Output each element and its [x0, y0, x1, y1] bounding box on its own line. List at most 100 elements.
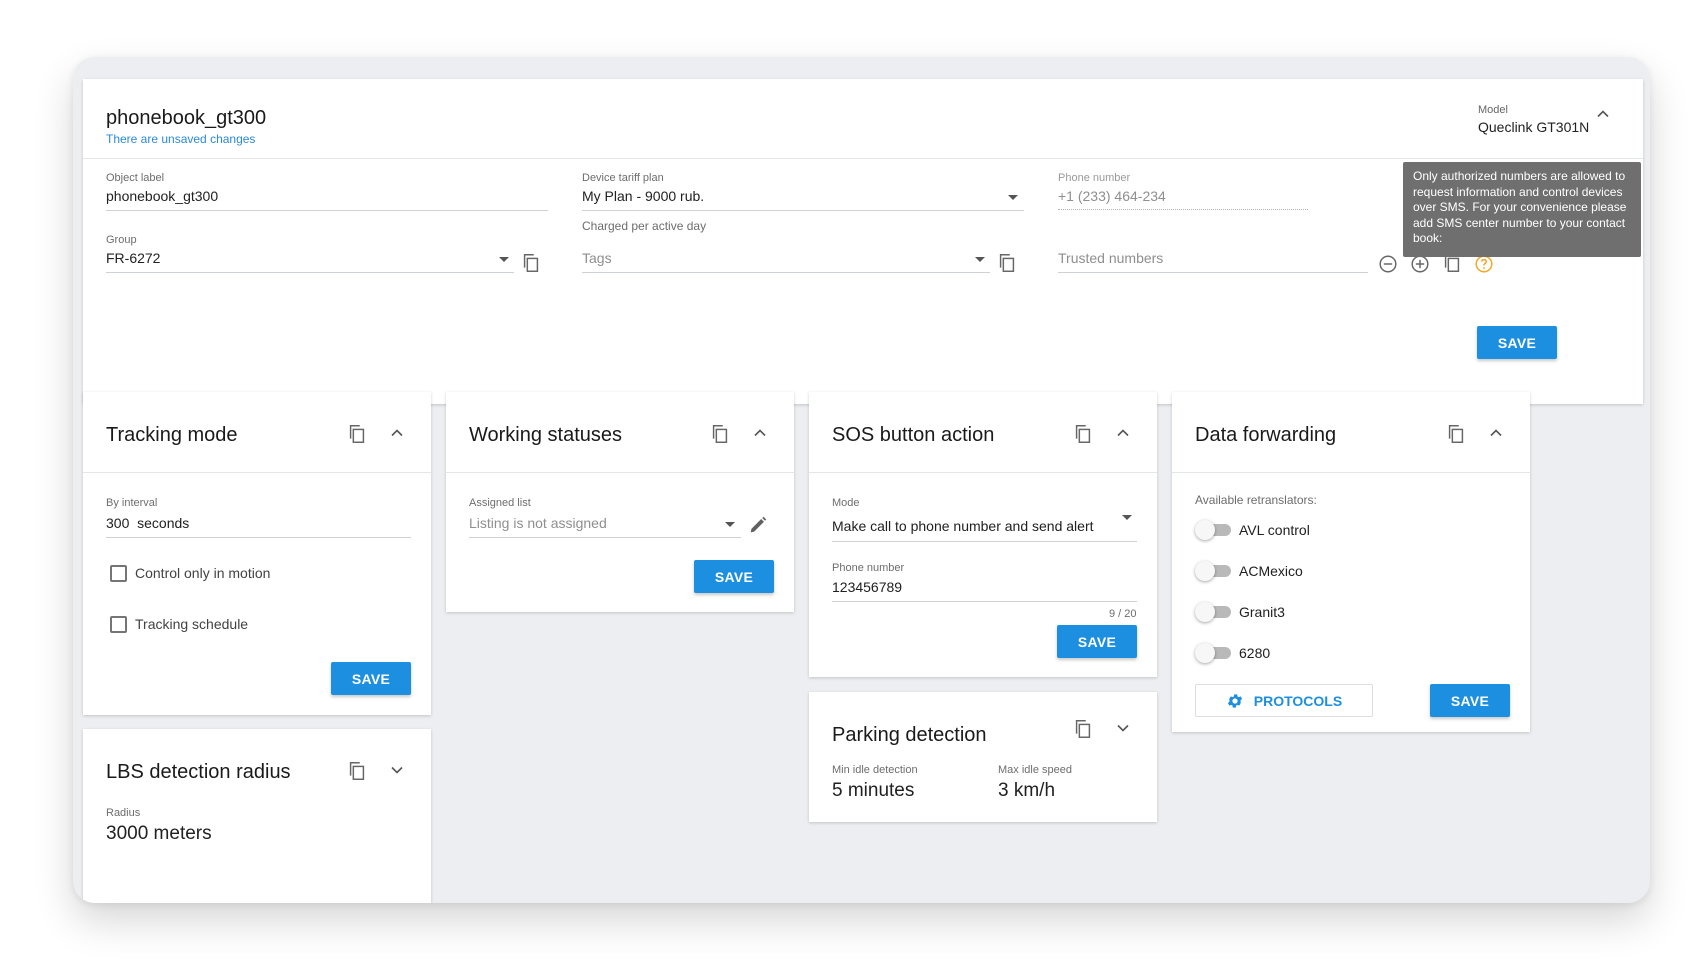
model-label: Model	[1478, 104, 1508, 116]
card-title: Parking detection	[832, 724, 987, 746]
model-value: Queclink GT301N	[1478, 119, 1590, 135]
save-button[interactable]: SAVE	[1430, 684, 1510, 717]
object-label-input[interactable]: phonebook_gt300	[106, 188, 218, 204]
interval-input[interactable]: 300 seconds	[106, 515, 189, 531]
copy-icon[interactable]	[345, 759, 369, 783]
protocols-button[interactable]: PROTOCOLS	[1195, 684, 1373, 717]
tariff-plan-price: 9000 rub.	[645, 188, 705, 204]
save-button[interactable]: SAVE	[1057, 625, 1137, 658]
divider	[1172, 472, 1530, 473]
interval-label: By interval	[106, 497, 158, 509]
toggle-acmexico[interactable]	[1195, 561, 1233, 581]
copy-icon[interactable]	[519, 251, 543, 275]
card-title: LBS detection radius	[106, 761, 291, 783]
parking-detection-card: Parking detection Min idle detection 5 m…	[809, 692, 1157, 822]
caret-down-icon[interactable]	[1122, 515, 1132, 520]
card-title: Tracking mode	[106, 424, 238, 446]
card-title: SOS button action	[832, 424, 995, 446]
divider	[446, 472, 794, 473]
unsaved-changes-notice: There are unsaved changes	[106, 132, 256, 146]
tags-input[interactable]: Tags	[582, 250, 612, 266]
tracking-mode-card: Tracking mode By interval 300 seconds Co…	[83, 392, 431, 715]
assigned-list-underline	[469, 537, 741, 538]
card-title: Data forwarding	[1195, 424, 1337, 446]
copy-icon[interactable]	[345, 422, 369, 446]
group-label: Group	[106, 234, 137, 246]
group-select[interactable]: FR-6272	[106, 250, 160, 266]
tariff-select[interactable]: My Plan - 9000 rub.	[582, 188, 704, 204]
divider	[83, 472, 431, 473]
object-header: phonebook_gt300 There are unsaved change…	[83, 79, 1643, 159]
toggle-6280[interactable]	[1195, 643, 1233, 663]
copy-icon[interactable]	[995, 251, 1019, 275]
object-label-label: Object label	[106, 172, 165, 184]
phone-underline	[1058, 209, 1308, 210]
caret-down-icon[interactable]	[1008, 195, 1018, 200]
assigned-list-label: Assigned list	[469, 497, 531, 509]
radius-label: Radius	[106, 807, 141, 819]
retranslator-label: AVL control	[1239, 522, 1310, 538]
sos-phone-underline	[832, 601, 1137, 602]
chevron-up-icon[interactable]	[749, 422, 771, 444]
caret-down-icon[interactable]	[499, 257, 509, 262]
app-frame: phonebook_gt300 There are unsaved change…	[73, 57, 1650, 903]
caret-down-icon[interactable]	[725, 522, 735, 527]
copy-icon[interactable]	[1444, 422, 1468, 446]
phone-label: Phone number	[1058, 172, 1131, 184]
tracking-schedule-checkbox[interactable]	[110, 616, 127, 633]
assigned-list-select[interactable]: Listing is not assigned	[469, 515, 607, 531]
chevron-down-icon[interactable]	[386, 759, 408, 781]
min-idle-value: 5 minutes	[832, 780, 915, 801]
copy-icon[interactable]	[1071, 422, 1095, 446]
chevron-up-icon[interactable]	[1112, 422, 1134, 444]
interval-underline	[106, 537, 411, 538]
sos-phone-label: Phone number	[832, 562, 905, 574]
working-statuses-card: Working statuses Assigned list Listing i…	[446, 392, 794, 612]
max-speed-label: Max idle speed	[998, 764, 1072, 776]
trusted-numbers-input[interactable]: Trusted numbers	[1058, 250, 1163, 266]
tariff-hint: Charged per active day	[582, 219, 707, 233]
control-in-motion-label: Control only in motion	[135, 565, 271, 581]
card-title: Working statuses	[469, 424, 623, 446]
save-button[interactable]: SAVE	[694, 560, 774, 593]
copy-icon[interactable]	[708, 422, 732, 446]
interval-value: 300	[106, 515, 130, 531]
object-title: phonebook_gt300	[106, 107, 267, 129]
protocols-label: PROTOCOLS	[1253, 692, 1343, 709]
copy-icon[interactable]	[1071, 717, 1095, 741]
min-idle-label: Min idle detection	[832, 764, 918, 776]
retranslator-label: ACMexico	[1239, 563, 1303, 579]
max-speed-value: 3 km/h	[998, 780, 1056, 801]
char-counter: 9 / 20	[1109, 608, 1137, 620]
trusted-underline	[1058, 272, 1368, 273]
group-underline	[106, 272, 514, 273]
mode-label: Mode	[832, 497, 860, 509]
chevron-up-icon[interactable]	[386, 422, 408, 444]
pencil-icon[interactable]	[746, 513, 770, 537]
toggle-avl-control[interactable]	[1195, 520, 1233, 540]
trusted-numbers-tooltip: Only authorized numbers are allowed to r…	[1403, 162, 1641, 257]
toggle-granit3[interactable]	[1195, 602, 1233, 622]
mode-underline	[832, 541, 1137, 542]
sos-phone-input[interactable]: 123456789	[832, 579, 902, 595]
divider	[809, 472, 1157, 473]
lbs-radius-card: LBS detection radius Radius 3000 meters	[83, 729, 431, 903]
caret-down-icon[interactable]	[975, 257, 985, 262]
tariff-label: Device tariff plan	[582, 172, 664, 184]
tracking-schedule-label: Tracking schedule	[135, 616, 249, 632]
save-button[interactable]: SAVE	[331, 662, 411, 695]
tariff-plan-name: My Plan -	[582, 188, 646, 204]
chevron-down-icon[interactable]	[1112, 717, 1134, 739]
phone-input[interactable]: +1 (233) 464-234	[1058, 188, 1166, 204]
retranslator-label: 6280	[1239, 645, 1271, 661]
mode-select[interactable]: Make call to phone number and send alert	[832, 518, 1094, 534]
chevron-up-icon[interactable]	[1485, 422, 1507, 444]
control-in-motion-checkbox[interactable]	[110, 565, 127, 582]
radius-value: 3000 meters	[106, 823, 212, 844]
save-button[interactable]: SAVE	[1477, 326, 1557, 359]
collapse-chevron-up-icon[interactable]	[1592, 103, 1614, 125]
tags-underline	[582, 272, 990, 273]
gear-icon	[1227, 693, 1242, 708]
retranslators-label: Available retranslators:	[1195, 493, 1317, 507]
minus-circle-icon[interactable]	[1376, 252, 1400, 276]
